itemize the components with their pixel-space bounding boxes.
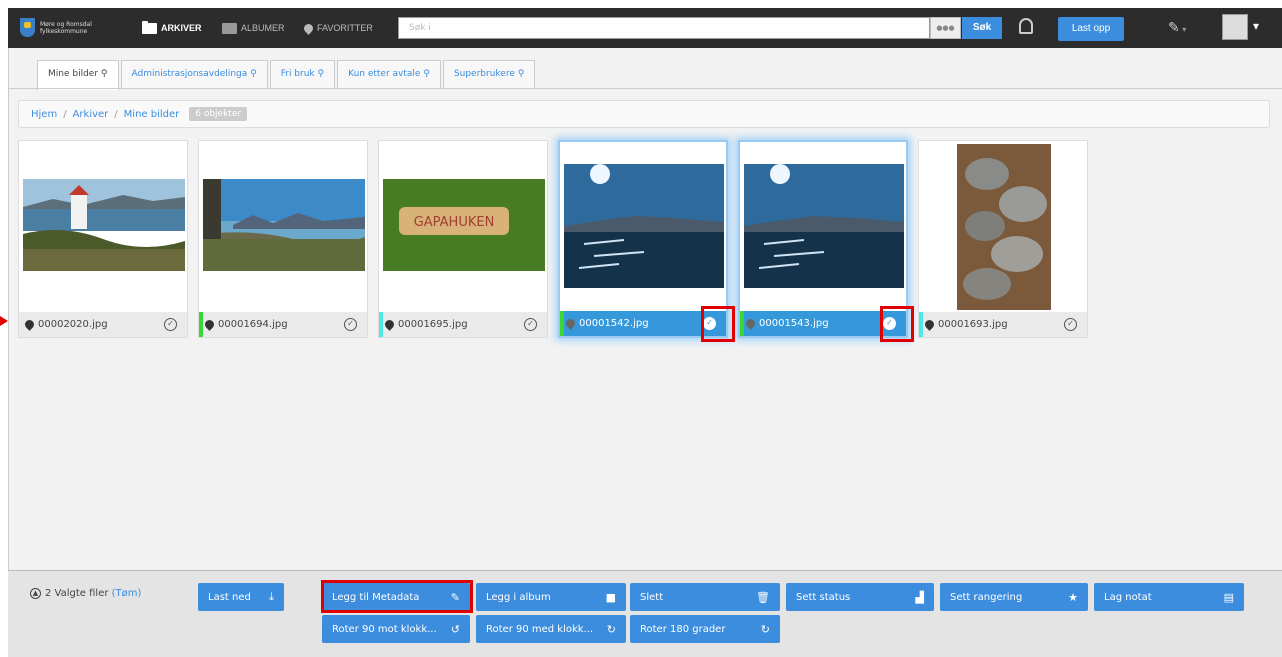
select-checkbox[interactable]: ✓ [164, 318, 177, 331]
logo-shield-icon [20, 18, 35, 37]
image-card-00002020[interactable]: 00002020.jpg ✓ [18, 140, 188, 338]
tab-kun-etter-avtale[interactable]: Kun etter avtale ⚲ [337, 60, 441, 88]
star-icon: ★ [1068, 590, 1078, 604]
highlight-box [880, 306, 914, 342]
logo[interactable]: Møre og Romsdal fylkeskommune [20, 18, 100, 37]
set-rating-button[interactable]: Sett rangering ★ [940, 583, 1088, 611]
folder-icon [142, 20, 157, 34]
search-input[interactable]: Søk i [398, 17, 930, 39]
image-card-00001695[interactable]: GAPAHUKEN 00001695.jpg ✓ [378, 140, 548, 338]
status-stripe [740, 311, 744, 336]
select-checkbox[interactable]: ✓ [524, 318, 537, 331]
status-stripe [560, 311, 564, 336]
breadcrumb-my-images[interactable]: Mine bilder [124, 109, 180, 120]
map-pin-icon: ⚲ [100, 69, 108, 79]
signal-icon: ▟ [915, 590, 924, 604]
briefcase-icon [222, 22, 237, 34]
map-pin-icon [302, 21, 315, 35]
rotate-cw-button[interactable]: Roter 90 med klokk... ↻ [476, 615, 626, 643]
image-card-00001694[interactable]: 00001694.jpg ✓ [198, 140, 368, 338]
image-caption-bar: 00001695.jpg ✓ [379, 312, 547, 337]
tab-mine-bilder[interactable]: Mine bilder ⚲ [37, 60, 119, 90]
wrench-icon[interactable]: ✎ ▾ [1168, 20, 1186, 36]
map-pin-icon [564, 317, 577, 330]
image-filename: 00001542.jpg [579, 318, 649, 329]
thumbnail-rocks [957, 144, 1051, 310]
thumbnail-kayak-sea [744, 164, 904, 288]
highlight-box [321, 580, 473, 613]
rotate-left-icon: ↺ [450, 622, 460, 636]
map-pin-icon [383, 318, 396, 331]
tab-divider [8, 88, 1282, 89]
bell-icon[interactable] [1019, 18, 1033, 34]
tab-superbrukere[interactable]: Superbrukere ⚲ [442, 60, 536, 88]
map-pin-icon: ⚲ [250, 69, 257, 79]
selection-count: 2 Valgte filer [45, 588, 109, 599]
document-icon: ▤ [1223, 590, 1234, 604]
nav-archives[interactable]: ARKIVER [142, 8, 202, 48]
map-pin-icon [203, 318, 216, 331]
download-icon: ⤓ [269, 590, 274, 603]
clear-selection-link[interactable]: (Tøm) [112, 588, 142, 599]
thumbnail-kayak-sea [564, 164, 724, 288]
breadcrumb: Hjem / Arkiver / Mine bilder 6 objekter [18, 100, 1270, 128]
delete-button[interactable]: Slett 🗑 [630, 583, 780, 611]
map-pin-icon [744, 317, 757, 330]
map-pin-icon [923, 318, 936, 331]
trash-icon: 🗑 [756, 590, 770, 604]
search-options-button[interactable]: ●●● [930, 17, 961, 39]
nav-favorites[interactable]: FAVORITTER [302, 8, 373, 48]
add-to-album-button[interactable]: Legg i album ■ [476, 583, 626, 611]
arrow-up-circle-icon[interactable]: ▲ [30, 588, 41, 599]
breadcrumb-archives[interactable]: Arkiver [73, 109, 109, 120]
pointer-arrow [0, 316, 8, 326]
map-pin-icon: ⚲ [517, 69, 525, 79]
image-filename: 00001695.jpg [398, 319, 468, 330]
breadcrumb-home[interactable]: Hjem [31, 109, 57, 120]
selection-info: ▲ 2 Valgte filer (Tøm) [30, 588, 141, 599]
download-button[interactable]: Last ned ⤓ [198, 583, 284, 611]
map-pin-icon: ⚲ [423, 69, 430, 79]
search-button[interactable]: Søk [962, 17, 1002, 39]
tab-administrasjonsavdelinga[interactable]: Administrasjonsavdelinga ⚲ [120, 60, 268, 88]
image-card-00001693[interactable]: 00001693.jpg ✓ [918, 140, 1088, 338]
select-checkbox[interactable]: ✓ [1064, 318, 1077, 331]
status-stripe [919, 312, 923, 337]
upload-button[interactable]: Last opp [1058, 17, 1124, 41]
rotate-ccw-button[interactable]: Roter 90 mot klokk... ↺ [322, 615, 470, 643]
avatar[interactable] [1222, 14, 1259, 40]
image-filename: 00001694.jpg [218, 319, 288, 330]
briefcase-icon: ■ [605, 590, 616, 604]
status-stripe [199, 312, 203, 337]
make-note-button[interactable]: Lag notat ▤ [1094, 583, 1244, 611]
archive-tabs: Mine bilder ⚲ Administrasjonsavdelinga ⚲… [37, 60, 537, 90]
rotate-right-icon: ↻ [760, 622, 770, 636]
image-filename: 00001693.jpg [938, 319, 1008, 330]
rotate-right-icon: ↻ [606, 622, 616, 636]
nav-albums[interactable]: ALBUMER [222, 8, 285, 48]
thumbnail-lighthouse [23, 179, 185, 271]
svg-text:GAPAHUKEN: GAPAHUKEN [414, 215, 495, 230]
select-checkbox[interactable]: ✓ [344, 318, 357, 331]
logo-text: Møre og Romsdal fylkeskommune [40, 20, 92, 35]
image-filename: 00002020.jpg [38, 319, 108, 330]
image-caption-bar: 00001694.jpg ✓ [199, 312, 367, 337]
object-count-badge: 6 objekter [189, 107, 248, 121]
image-caption-bar: 00002020.jpg ✓ [19, 312, 187, 337]
thumbnail-gapahuken-sign: GAPAHUKEN [383, 179, 545, 271]
image-caption-bar: 00001693.jpg ✓ [919, 312, 1087, 337]
image-filename: 00001543.jpg [759, 318, 829, 329]
highlight-box [701, 306, 735, 342]
set-status-button[interactable]: Sett status ▟ [786, 583, 934, 611]
map-pin-icon [23, 318, 36, 331]
tab-fri-bruk[interactable]: Fri bruk ⚲ [269, 60, 336, 88]
map-pin-icon: ⚲ [317, 69, 325, 79]
rotate-180-button[interactable]: Roter 180 grader ↻ [630, 615, 780, 643]
status-stripe [379, 312, 383, 337]
thumbnail-mountain-view [203, 179, 365, 271]
